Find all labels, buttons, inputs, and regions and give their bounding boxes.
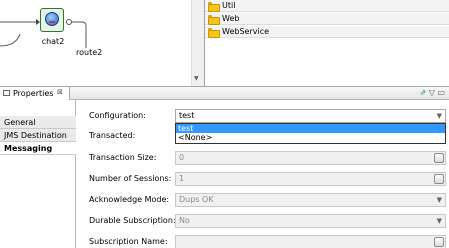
chevron-down-icon: ▼ [436, 196, 442, 204]
tree-item-label: Util [222, 1, 236, 10]
subscription-name-label: Subscription Name: [89, 237, 168, 246]
dropdown-option-test[interactable]: test [176, 124, 445, 133]
tab-jms-destination[interactable]: JMS Destination [0, 129, 76, 142]
configuration-select[interactable]: test ▼ [175, 109, 446, 123]
view-toolbar: ⇗ ▽ ▭ [419, 88, 445, 97]
tab-general[interactable]: General [0, 116, 76, 129]
pin-icon[interactable]: ⇗ [419, 88, 426, 97]
tree-item[interactable]: WebService [205, 26, 449, 38]
properties-view-header: Properties ⊠ ⇗ ▽ ▭ [0, 86, 449, 100]
diagram-vertical-scrollbar[interactable]: ▼ [191, 0, 204, 86]
properties-tab[interactable]: Properties ⊠ [0, 87, 70, 100]
chat-endpoint-node[interactable] [40, 8, 64, 32]
properties-section-tabs: General JMS Destination Messaging [0, 100, 77, 248]
minimize-icon[interactable]: ▭ [437, 88, 445, 97]
transaction-size-value: 0 [179, 153, 185, 162]
route-connector [0, 19, 87, 48]
tree-item[interactable]: Util [205, 0, 449, 12]
chevron-down-icon[interactable]: ▼ [437, 110, 442, 122]
transaction-size-field: 0 [175, 151, 446, 165]
transacted-label: Transacted: [89, 131, 136, 140]
tree-item-label: WebService [222, 27, 270, 36]
view-menu-icon[interactable]: ▽ [429, 88, 435, 97]
sessions-label: Number of Sessions: [89, 174, 172, 183]
durable-value: No [179, 216, 190, 225]
properties-tab-label: Properties [13, 89, 54, 98]
transaction-size-label: Transaction Size: [89, 153, 157, 162]
subscription-name-field [175, 235, 446, 248]
sessions-field: 1 [175, 172, 446, 186]
configuration-label: Configuration: [89, 111, 146, 120]
properties-icon [3, 90, 10, 96]
folder-icon [208, 28, 220, 38]
ack-mode-label: Acknowledge Mode: [89, 195, 170, 204]
chevron-down-icon: ▼ [436, 217, 442, 225]
scroll-down-arrow-icon[interactable]: ▼ [194, 75, 199, 82]
chat-endpoint-icon [45, 12, 59, 26]
browse-button[interactable] [434, 174, 444, 184]
diagram-canvas[interactable]: chat2 route2 [0, 0, 204, 86]
sessions-value: 1 [179, 174, 185, 183]
tree-item[interactable]: Web [205, 13, 449, 25]
ack-mode-value: Dups OK [179, 195, 214, 204]
folder-icon [208, 2, 220, 12]
tab-messaging[interactable]: Messaging [0, 142, 77, 155]
durable-label: Durable Subscription: [89, 216, 176, 225]
ack-mode-select: Dups OK ▼ [175, 193, 446, 207]
folder-icon [208, 15, 220, 25]
durable-select: No ▼ [175, 214, 446, 228]
configuration-value: test [179, 111, 195, 120]
route-label: route2 [76, 48, 103, 57]
package-tree: Util Web WebService [204, 0, 449, 86]
node-label: chat2 [41, 37, 65, 46]
close-icon[interactable]: ⊠ [57, 88, 63, 96]
dropdown-option-none[interactable]: <None> [176, 133, 445, 142]
browse-button[interactable] [434, 237, 444, 247]
configuration-dropdown-list[interactable]: test <None> [175, 123, 446, 144]
browse-button[interactable] [434, 153, 444, 163]
tree-item-label: Web [222, 14, 240, 23]
